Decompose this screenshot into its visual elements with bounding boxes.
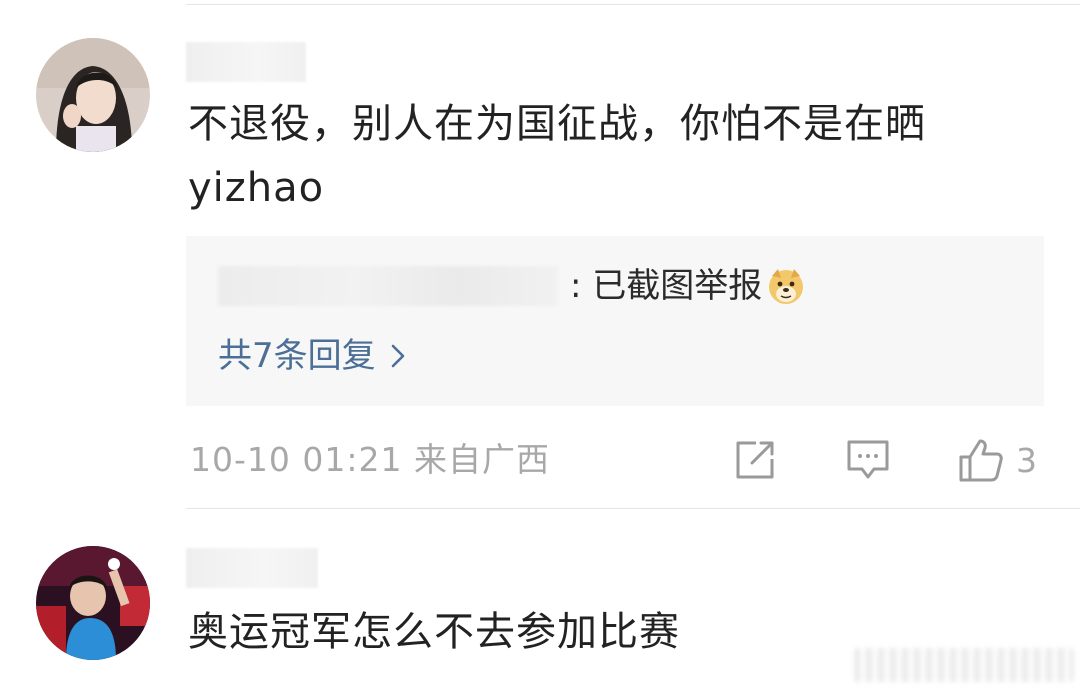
share-button[interactable] bbox=[734, 436, 776, 484]
top-divider bbox=[186, 4, 1080, 5]
comment-divider bbox=[186, 508, 1080, 509]
watermark bbox=[854, 648, 1074, 682]
comment-text: 奥运冠军怎么不去参加比赛 bbox=[188, 609, 680, 655]
comment-meta: 10-10 01:21 来自广西 bbox=[190, 440, 550, 479]
comment-text-line1: 不退役，别人在为国征战，你怕不是在晒 bbox=[188, 101, 926, 147]
reply-preview: : 已截图举报 bbox=[570, 260, 806, 312]
reply-preview-box[interactable]: : 已截图举报 共7条回复 bbox=[186, 236, 1044, 406]
avatar[interactable] bbox=[36, 38, 150, 152]
username-redacted[interactable] bbox=[186, 548, 318, 588]
comment-icon bbox=[847, 440, 889, 479]
share-icon bbox=[736, 441, 774, 479]
doge-emoji-icon bbox=[766, 266, 806, 306]
reply-count-label: 共7条回复 bbox=[218, 336, 376, 376]
reply-username-redacted[interactable] bbox=[218, 266, 558, 306]
avatar[interactable] bbox=[36, 546, 150, 660]
thumbs-up-icon bbox=[959, 439, 1003, 482]
chevron-right-icon bbox=[391, 344, 404, 368]
reply-preview-text: : 已截图举报 bbox=[570, 266, 763, 306]
view-replies-link[interactable]: 共7条回复 bbox=[218, 330, 406, 382]
like-count: 3 bbox=[1016, 440, 1037, 480]
like-button[interactable]: 3 bbox=[958, 436, 1037, 484]
comment-button[interactable] bbox=[846, 436, 890, 484]
comment-text-line2: yizhao bbox=[188, 165, 325, 211]
username-redacted[interactable] bbox=[186, 42, 306, 82]
